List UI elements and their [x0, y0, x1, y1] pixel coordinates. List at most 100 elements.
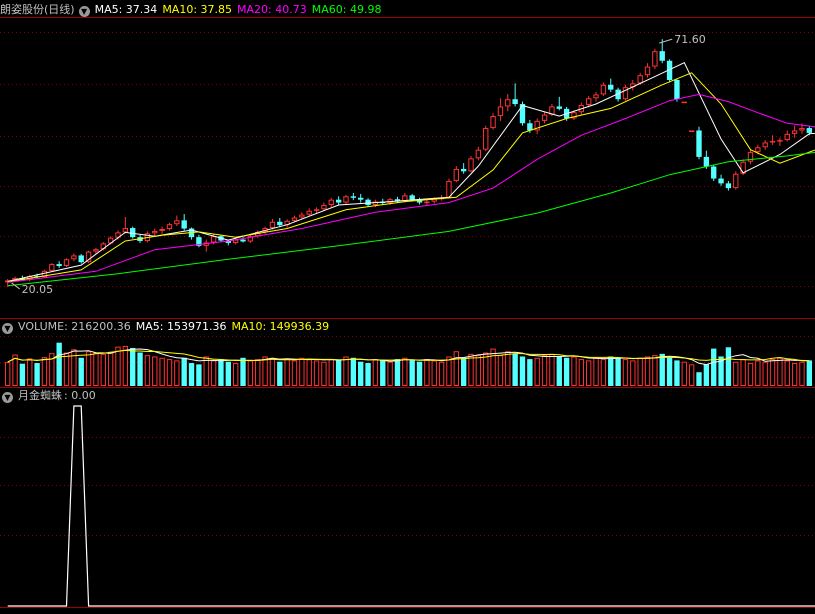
volume-bar-down [225, 361, 231, 386]
volume-bar-up [93, 352, 99, 386]
volume-bar-up [652, 355, 658, 386]
candle-up [541, 114, 548, 121]
volume-bar-up [534, 357, 540, 386]
candle-up [122, 228, 129, 233]
volume-bar-up [475, 355, 482, 386]
candle-up [475, 149, 482, 159]
candle-up [424, 201, 430, 204]
volume-bar-up [438, 361, 445, 386]
candle-down [277, 221, 283, 226]
candle-down [674, 80, 680, 100]
candle-up [791, 130, 798, 134]
low-price-label: 20.05 [22, 283, 54, 296]
candle-down [335, 199, 342, 203]
volume-label: VOLUME: 216200.36 [18, 320, 131, 333]
candle-up [688, 130, 695, 132]
volume-bar-up [152, 356, 158, 386]
volume-bar-up [306, 359, 312, 386]
volume-bar-up [571, 356, 577, 386]
volume-panel-header: ▼ VOLUME: 216200.36 MA5: 153971.36 MA10: 14… [0, 319, 334, 335]
volume-bar-down [416, 361, 423, 386]
chevron-down-icon[interactable]: ▼ [2, 323, 13, 334]
candle-down [696, 130, 702, 157]
candle-down [240, 239, 246, 242]
volume-bar-down [512, 353, 518, 386]
candle-up [593, 94, 599, 99]
volume-bar-down [666, 357, 673, 386]
candle-up [777, 140, 783, 142]
volume-bar-up [85, 351, 92, 386]
volume-bar-down [335, 360, 342, 386]
volume-bar-up [262, 356, 268, 386]
candle-up [343, 196, 349, 203]
volume-bar-up [453, 351, 459, 386]
volume-bar-up [115, 346, 121, 386]
candle-up [468, 158, 474, 172]
volume-bar-down [527, 359, 533, 386]
volume-bar-up [313, 360, 320, 386]
candle-up [328, 199, 334, 205]
candle-up [637, 75, 643, 84]
candle-down [519, 104, 526, 124]
stock-name: 朗姿股份(日线) [0, 3, 75, 16]
volume-bar-down [350, 357, 357, 386]
volume-bar-down [608, 356, 614, 386]
volume-bar-up [343, 356, 349, 386]
candle-up [49, 264, 55, 271]
candle-up [291, 217, 298, 221]
volume-bar-up [497, 355, 504, 386]
volume-bar-up [600, 359, 607, 386]
indicator-name: 月金蜘蛛 [18, 389, 62, 402]
ma-line-ma60 [7, 151, 815, 287]
volume-bar-down [56, 342, 62, 386]
candle-up [652, 51, 658, 67]
volume-bar-down [380, 360, 386, 386]
ma10-label: MA10: 37.85 [162, 3, 233, 16]
volume-bar-down [460, 357, 467, 386]
candle-up [313, 209, 320, 211]
volume-bar-down [703, 364, 710, 386]
volume-bar-up [490, 348, 496, 386]
candle-down [608, 84, 614, 90]
candle-down [460, 168, 467, 172]
chevron-down-icon[interactable]: ▼ [78, 6, 90, 17]
volume-bar-up [762, 361, 768, 386]
candle-down [718, 178, 724, 184]
volume-bar-up [144, 355, 151, 386]
volume-bar-up [637, 357, 643, 386]
ma5-label: MA5: 37.34 [94, 3, 158, 16]
ma-line-ma20 [7, 93, 815, 283]
volume-bar-down [519, 356, 526, 386]
candle-up [600, 84, 607, 95]
candle-up [453, 168, 459, 181]
candle-down [806, 128, 812, 133]
candle-up [762, 142, 768, 148]
candle-up [505, 99, 511, 107]
volume-bar-down [806, 360, 812, 386]
candle-down [130, 228, 136, 238]
volume-bar-up [755, 360, 761, 386]
volume-bar-down [725, 347, 732, 386]
volume-bar-down [78, 357, 84, 386]
volume-bar-up [27, 358, 33, 386]
candle-down [56, 264, 62, 267]
volume-bar-up [578, 359, 585, 386]
candle-down [725, 183, 732, 189]
volume-bar-up [159, 357, 165, 386]
chevron-down-icon[interactable]: ▼ [2, 392, 13, 403]
candle-up [799, 128, 805, 131]
chart-canvas[interactable]: 71.60 20.05 [0, 0, 815, 611]
candle-down [358, 197, 364, 200]
volume-bar-up [784, 360, 790, 386]
candle-up [174, 220, 180, 225]
candle-down [556, 106, 562, 109]
volume-bar-up [255, 359, 261, 386]
candle-up [769, 141, 776, 143]
candle-down [365, 199, 371, 205]
volume-bar-up [247, 360, 254, 386]
volume-bar-up [688, 364, 695, 386]
volume-bar-up [424, 359, 430, 386]
volume-bar-down [277, 361, 283, 386]
volume-bar-down [365, 363, 371, 386]
volume-bar-up [100, 353, 106, 386]
